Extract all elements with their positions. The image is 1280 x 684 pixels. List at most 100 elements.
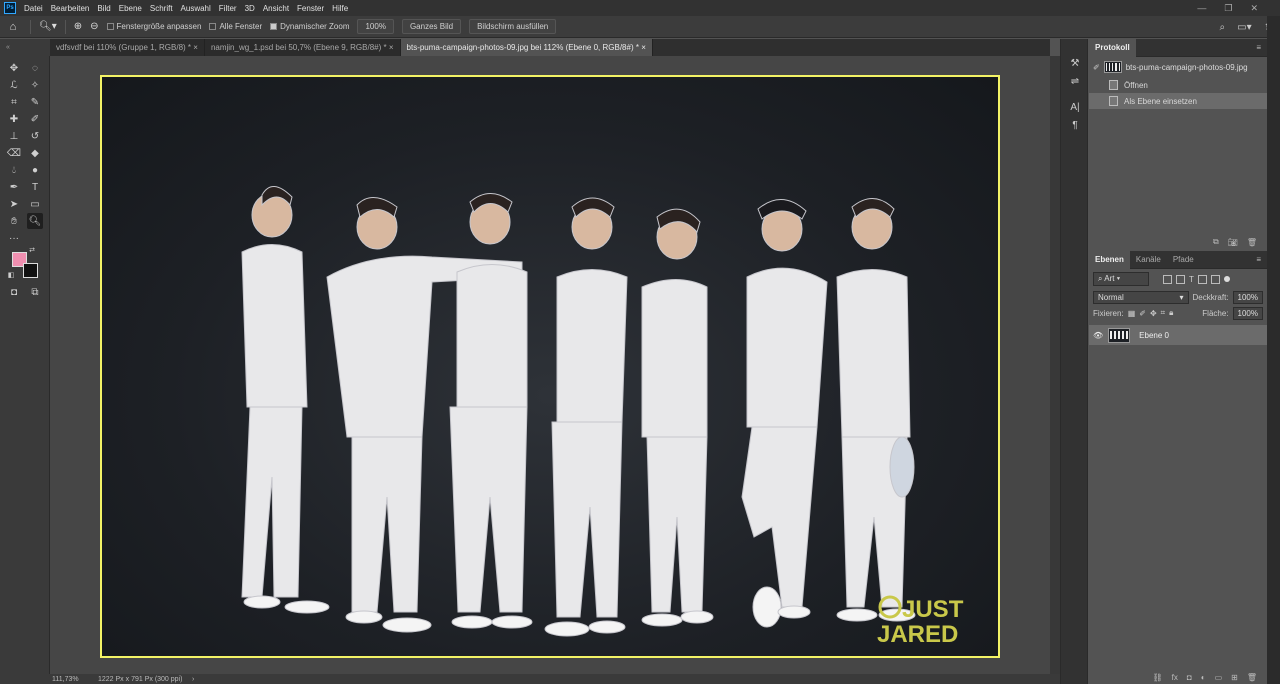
minimize-icon[interactable]: — xyxy=(1197,3,1206,13)
menu-bearbeiten[interactable]: Bearbeiten xyxy=(47,4,94,13)
history-step[interactable]: Öffnen xyxy=(1089,77,1267,93)
lock-all-icon[interactable]: 🔒︎ xyxy=(1169,308,1173,318)
filter-shape-icon[interactable] xyxy=(1197,274,1207,284)
layer-name[interactable]: Ebene 0 xyxy=(1139,331,1169,340)
paragraph-panel-icon[interactable]: ¶ xyxy=(1067,117,1083,133)
close-tab-icon[interactable]: × xyxy=(641,43,646,52)
filter-adjustment-icon[interactable] xyxy=(1176,274,1185,284)
layer-style-icon[interactable]: fx xyxy=(1172,673,1178,682)
rectangle-tool-icon[interactable]: ▭ xyxy=(27,196,43,212)
canvas-area[interactable]: JUST JARED xyxy=(50,56,1050,674)
menu-ansicht[interactable]: Ansicht xyxy=(259,4,293,13)
tab-bts-puma[interactable]: bts-puma-campaign-photos-09.jpg bei 112%… xyxy=(400,39,653,56)
tab-channels[interactable]: Kanäle xyxy=(1130,251,1167,269)
panel-menu-icon[interactable]: ≡ xyxy=(1256,255,1261,264)
blend-mode-select[interactable]: Normal ▾ xyxy=(1093,290,1189,304)
filter-smart-object-icon[interactable] xyxy=(1210,274,1220,284)
filter-toggle-icon[interactable] xyxy=(1223,276,1230,282)
filter-type-icon[interactable]: T xyxy=(1189,275,1194,284)
vertical-scrollbar[interactable] xyxy=(1050,56,1060,674)
path-selection-icon[interactable]: ➤ xyxy=(6,196,22,212)
menu-hilfe[interactable]: Hilfe xyxy=(328,4,352,13)
hand-tool-icon[interactable]: ✋︎ xyxy=(6,213,22,229)
history-snapshot[interactable]: ✐ bts-puma-campaign-photos-09.jpg xyxy=(1089,57,1267,77)
all-windows-checkbox[interactable]: Alle Fenster xyxy=(209,22,262,31)
tab-history[interactable]: Protokoll xyxy=(1089,38,1136,57)
menu-schrift[interactable]: Schrift xyxy=(146,4,177,13)
clone-stamp-icon[interactable]: ⊥ xyxy=(6,128,22,144)
brush-tool-icon[interactable]: ✐ xyxy=(27,111,43,127)
zoom-in-icon[interactable]: ⊕ xyxy=(70,21,86,32)
new-document-from-state-icon[interactable]: ⧉ xyxy=(1213,237,1219,247)
adjustment-layer-icon[interactable]: ◐ xyxy=(1201,673,1206,682)
menu-datei[interactable]: Datei xyxy=(20,4,47,13)
delete-layer-icon[interactable]: 🗑︎ xyxy=(1247,673,1257,682)
menu-filter[interactable]: Filter xyxy=(215,4,241,13)
move-tool-icon[interactable]: ✥ xyxy=(6,60,22,76)
menu-3d[interactable]: 3D xyxy=(241,4,259,13)
workspace-icon[interactable]: ▭▾ xyxy=(1237,22,1251,33)
zoom-tool-icon[interactable]: 🔍︎ xyxy=(27,213,43,229)
eyedropper-icon[interactable]: ✎ xyxy=(27,94,43,110)
fit-screen-button[interactable]: Ganzes Bild xyxy=(401,19,462,34)
blur-tool-icon[interactable]: 💧︎ xyxy=(6,162,22,178)
tab-namjin[interactable]: namjin_wg_1.psd bei 50,7% (Ebene 9, RGB/… xyxy=(204,39,401,56)
zoom-readout[interactable]: 111,73% xyxy=(52,676,92,683)
character-panel-icon[interactable]: A| xyxy=(1067,99,1083,115)
swap-colors-icon[interactable]: ⇄ xyxy=(27,245,37,255)
menu-fenster[interactable]: Fenster xyxy=(293,4,328,13)
fill-input[interactable]: 100% xyxy=(1232,306,1263,320)
dodge-tool-icon[interactable]: ● xyxy=(27,162,43,178)
visibility-eye-icon[interactable]: 👁︎ xyxy=(1093,331,1103,340)
filter-pixel-icon[interactable] xyxy=(1163,274,1172,284)
fill-screen-button[interactable]: Bildschirm ausfüllen xyxy=(469,19,557,34)
magic-wand-icon[interactable]: ✧ xyxy=(27,77,43,93)
toolbar-collapse-icon[interactable]: « xyxy=(0,39,50,56)
lock-transparent-icon[interactable]: ▦ xyxy=(1128,309,1136,318)
more-tools-icon[interactable]: ··· xyxy=(6,230,22,246)
tab-layers[interactable]: Ebenen xyxy=(1089,250,1130,269)
photoshop-logo[interactable]: Ps xyxy=(4,2,16,14)
eraser-icon[interactable]: ⌫ xyxy=(6,145,22,161)
link-layers-icon[interactable]: ⛓︎ xyxy=(1153,673,1163,682)
pen-tool-icon[interactable]: ✒ xyxy=(6,179,22,195)
close-tab-icon[interactable]: × xyxy=(389,43,394,52)
menu-ebene[interactable]: Ebene xyxy=(115,4,146,13)
snapshot-camera-icon[interactable]: 📷︎ xyxy=(1228,238,1238,247)
screen-mode-icon[interactable]: ⧉ xyxy=(27,284,43,300)
new-group-icon[interactable]: ▭ xyxy=(1215,673,1223,682)
default-colors-icon[interactable]: ◧ xyxy=(6,270,16,280)
adjustments-panel-icon[interactable]: ⇌ xyxy=(1067,73,1083,89)
layer-row[interactable]: 👁︎ Ebene 0 xyxy=(1089,325,1267,345)
type-tool-icon[interactable]: T xyxy=(27,179,43,195)
close-icon[interactable]: ✕ xyxy=(1250,3,1258,14)
resize-windows-checkbox[interactable]: Fenstergröße anpassen xyxy=(106,22,201,31)
tab-vdfsvdf[interactable]: vdfsvdf bei 110% (Gruppe 1, RGB/8) * × xyxy=(50,39,205,56)
trash-icon[interactable]: 🗑︎ xyxy=(1247,238,1257,247)
close-tab-icon[interactable]: × xyxy=(193,43,198,52)
zoom-out-icon[interactable]: ⊖ xyxy=(86,21,102,32)
layer-mask-icon[interactable]: ◘ xyxy=(1187,673,1192,682)
history-brush-source-icon[interactable]: ✐ xyxy=(1093,63,1100,72)
status-menu-arrow[interactable]: › xyxy=(192,676,194,683)
history-panel-icon[interactable]: ⚒ xyxy=(1067,55,1083,71)
opacity-input[interactable]: 100% xyxy=(1232,290,1263,304)
dynamic-zoom-checkbox[interactable]: Dynamischer Zoom xyxy=(270,22,349,31)
menu-auswahl[interactable]: Auswahl xyxy=(177,4,215,13)
zoom-100-button[interactable]: 100% xyxy=(357,19,394,34)
panel-menu-icon[interactable]: ≡ xyxy=(1256,43,1261,52)
crop-tool-icon[interactable]: ⌗ xyxy=(6,94,22,110)
healing-brush-icon[interactable]: ✚ xyxy=(6,111,22,127)
background-color-swatch[interactable] xyxy=(23,263,38,278)
new-layer-icon[interactable]: ⊞ xyxy=(1231,673,1238,682)
paint-bucket-icon[interactable]: ◆ xyxy=(27,145,43,161)
marquee-tool-icon[interactable]: ◌ xyxy=(27,60,43,76)
home-icon[interactable]: ⌂ xyxy=(0,21,26,33)
history-brush-icon[interactable]: ↺ xyxy=(27,128,43,144)
history-step[interactable]: Als Ebene einsetzen xyxy=(1089,93,1267,109)
quick-mask-icon[interactable]: ◘ xyxy=(6,284,22,300)
restore-icon[interactable]: ❐ xyxy=(1224,3,1232,14)
lasso-tool-icon[interactable]: ℒ xyxy=(6,77,22,93)
zoom-tool-icon[interactable]: 🔍︎▾ xyxy=(35,21,61,32)
search-icon[interactable]: ⌕ xyxy=(1220,22,1226,33)
